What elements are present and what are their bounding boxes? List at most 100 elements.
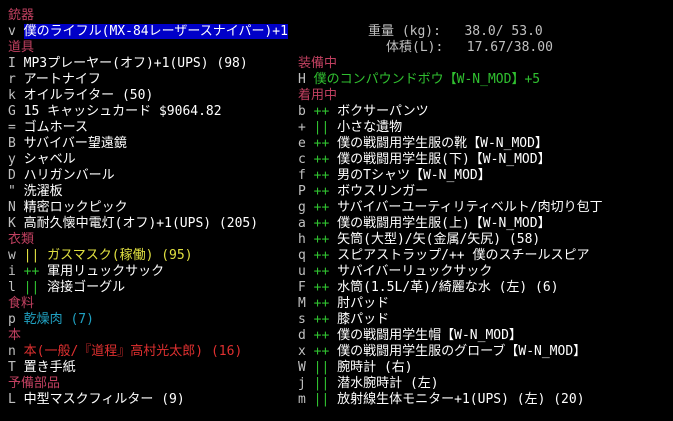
worn-marker: ++	[313, 312, 330, 327]
item-letter: H	[298, 72, 306, 87]
item-name: ボウスリンガー	[337, 184, 429, 199]
wielded-header: 装備中	[298, 56, 338, 71]
inventory-item[interactable]: D ハリガンバール	[8, 168, 115, 184]
volume-stat: 体積(L): 17.67/38.00	[386, 40, 553, 56]
item-name: 男のTシャツ【W-N_MOD】	[337, 168, 491, 183]
volume-label: 体積(L):	[386, 40, 444, 55]
item-name: 水筒(1.5L/革)/綺麗な水 (左) (6)	[337, 280, 559, 295]
inventory-item[interactable]: c ++ 僕の戦闘用学生服(下)【W-N_MOD】	[298, 152, 551, 168]
inventory-item[interactable]: + || 小さな遺物	[298, 120, 402, 136]
weight-label: 重量 (kg):	[368, 24, 441, 39]
inventory-item[interactable]: B サバイバー望遠鏡	[8, 136, 127, 152]
item-letter: I	[8, 56, 16, 71]
item-name: 僕の戦闘用学生服(下)【W-N_MOD】	[337, 152, 551, 167]
inventory-item[interactable]: I MP3プレーヤー(オフ)+1(UPS) (98)	[8, 56, 248, 72]
item-letter: b	[298, 104, 306, 119]
worn-marker: ++	[313, 248, 330, 263]
item-letter: m	[298, 392, 306, 407]
inventory-item[interactable]: l || 溶接ゴーグル	[8, 280, 125, 296]
inventory-item[interactable]: T 置き手紙	[8, 360, 76, 376]
item-name: ゴムホース	[23, 120, 89, 135]
inventory-item[interactable]: F ++ 水筒(1.5L/革)/綺麗な水 (左) (6)	[298, 280, 559, 296]
inventory-item[interactable]: n 本(一般/『道程』高村光太郎) (16)	[8, 344, 242, 360]
inventory-item[interactable]: u ++ サバイバーリュックサック	[298, 264, 492, 280]
item-letter: M	[298, 296, 306, 311]
item-letter: F	[298, 280, 306, 295]
inventory-item[interactable]: K 高耐久懐中電灯(オフ)+1(UPS) (205)	[8, 216, 258, 232]
item-letter: d	[298, 328, 306, 343]
item-letter: K	[8, 216, 16, 231]
item-name: 僕のコンパウンドボウ【W-N_MOD】+5	[313, 72, 541, 87]
item-name: サバイバーリュックサック	[337, 264, 493, 279]
inventory-item-weapon[interactable]: v 僕のライフル(MX-84レーザースナイパー)+1	[8, 24, 288, 40]
item-name: ハリガンバール	[23, 168, 115, 183]
inventory-item[interactable]: q ++ スピアストラップ/++ 僕のスチールスピア	[298, 248, 589, 264]
inventory-item[interactable]: r アートナイフ	[8, 72, 101, 88]
item-name: 腕時計 (右)	[337, 360, 413, 375]
item-letter: s	[298, 312, 306, 327]
inventory-item[interactable]: p 乾燥肉 (7)	[8, 312, 94, 328]
inventory-item[interactable]: M ++ 肘パッド	[298, 296, 389, 312]
item-letter: c	[298, 152, 306, 167]
worn-marker: ++	[313, 264, 330, 279]
item-name: 小さな遺物	[337, 120, 403, 135]
item-name: 本(一般/『道程』高村光太郎) (16)	[23, 344, 243, 359]
inventory-item[interactable]: G 15 キャッシュカード $9064.82	[8, 104, 222, 120]
inventory-item[interactable]: d ++ 僕の戦闘用学生帽【W-N_MOD】	[298, 328, 522, 344]
books-header: 本	[8, 328, 22, 343]
item-letter: f	[298, 168, 306, 183]
inventory-item[interactable]: j || 潜水腕時計 (左)	[298, 376, 439, 392]
item-name: スピアストラップ/++ 僕のスチールスピア	[337, 248, 590, 263]
weight-stat: 重量 (kg): 38.0/ 53.0	[368, 24, 543, 40]
inventory-item[interactable]: a ++ 僕の戦闘用学生服(上)【W-N_MOD】	[298, 216, 551, 232]
item-letter: k	[8, 88, 16, 103]
item-name: 肘パッド	[337, 296, 390, 311]
inventory-item[interactable]: s ++ 膝パッド	[298, 312, 389, 328]
item-letter: W	[298, 360, 306, 375]
worn-marker: ++	[313, 280, 330, 295]
item-letter: "	[8, 184, 16, 199]
inventory-item[interactable]: " 洗濯板	[8, 184, 63, 200]
inventory-item[interactable]: f ++ 男のTシャツ【W-N_MOD】	[298, 168, 491, 184]
inventory-item[interactable]: w || ガスマスク(稼働) (95)	[8, 248, 193, 264]
inventory-item[interactable]: i ++ 軍用リュックサック	[8, 264, 164, 280]
inventory-item[interactable]: m || 放射線生体モニター+1(UPS) (左) (20)	[298, 392, 585, 408]
inventory-item[interactable]: h ++ 矢筒(大型)/矢(金属/矢尻) (58)	[298, 232, 540, 248]
item-name: ガスマスク(稼働) (95)	[47, 248, 193, 263]
worn-marker: ++	[313, 136, 330, 151]
item-name: 僕の戦闘用学生服(上)【W-N_MOD】	[337, 216, 551, 231]
inventory-item[interactable]: y シャベル	[8, 152, 76, 168]
item-letter: =	[8, 120, 16, 135]
inventory-item[interactable]: = ゴムホース	[8, 120, 88, 136]
inventory-item[interactable]: W || 腕時計 (右)	[298, 360, 413, 376]
inventory-item[interactable]: k オイルライター (50)	[8, 88, 153, 104]
item-name: 潜水腕時計 (左)	[337, 376, 439, 391]
clothing-header: 衣類	[8, 232, 35, 247]
worn-header: 着用中	[298, 88, 338, 103]
inventory-item[interactable]: b ++ ボクサーパンツ	[298, 104, 429, 120]
inventory-item-wielded[interactable]: H 僕のコンパウンドボウ【W-N_MOD】+5	[298, 72, 540, 88]
inventory-item[interactable]: e ++ 僕の戦闘用学生服の靴【W-N_MOD】	[298, 136, 548, 152]
item-name: サバイバーユーティリティベルト/肉切り包丁	[337, 200, 603, 215]
inventory-item[interactable]: x ++ 僕の戦闘用学生服のグローブ【W-N_MOD】	[298, 344, 586, 360]
weapons-header: 銃器	[8, 8, 35, 23]
worn-marker: ++	[313, 184, 330, 199]
worn-marker: ++	[313, 104, 330, 119]
item-letter: G	[8, 104, 16, 119]
inventory-item[interactable]: N 精密ロックピック	[8, 200, 128, 216]
inventory-item[interactable]: g ++ サバイバーユーティリティベルト/肉切り包丁	[298, 200, 603, 216]
worn-marker: ||	[313, 392, 330, 407]
worn-marker: ||	[23, 248, 40, 263]
item-letter: p	[8, 312, 16, 327]
item-name: 膝パッド	[337, 312, 390, 327]
worn-marker: ++	[313, 296, 330, 311]
inventory-item[interactable]: P ++ ボウスリンガー	[298, 184, 428, 200]
worn-marker: ++	[313, 328, 330, 343]
item-letter: q	[298, 248, 306, 263]
item-name: 乾燥肉 (7)	[23, 312, 94, 327]
item-name: 僕の戦闘用学生服のグローブ【W-N_MOD】	[337, 344, 587, 359]
item-letter: g	[298, 200, 306, 215]
item-name: 洗濯板	[23, 184, 63, 199]
inventory-item[interactable]: L 中型マスクフィルター (9)	[8, 392, 185, 408]
item-name: オイルライター (50)	[23, 88, 154, 103]
